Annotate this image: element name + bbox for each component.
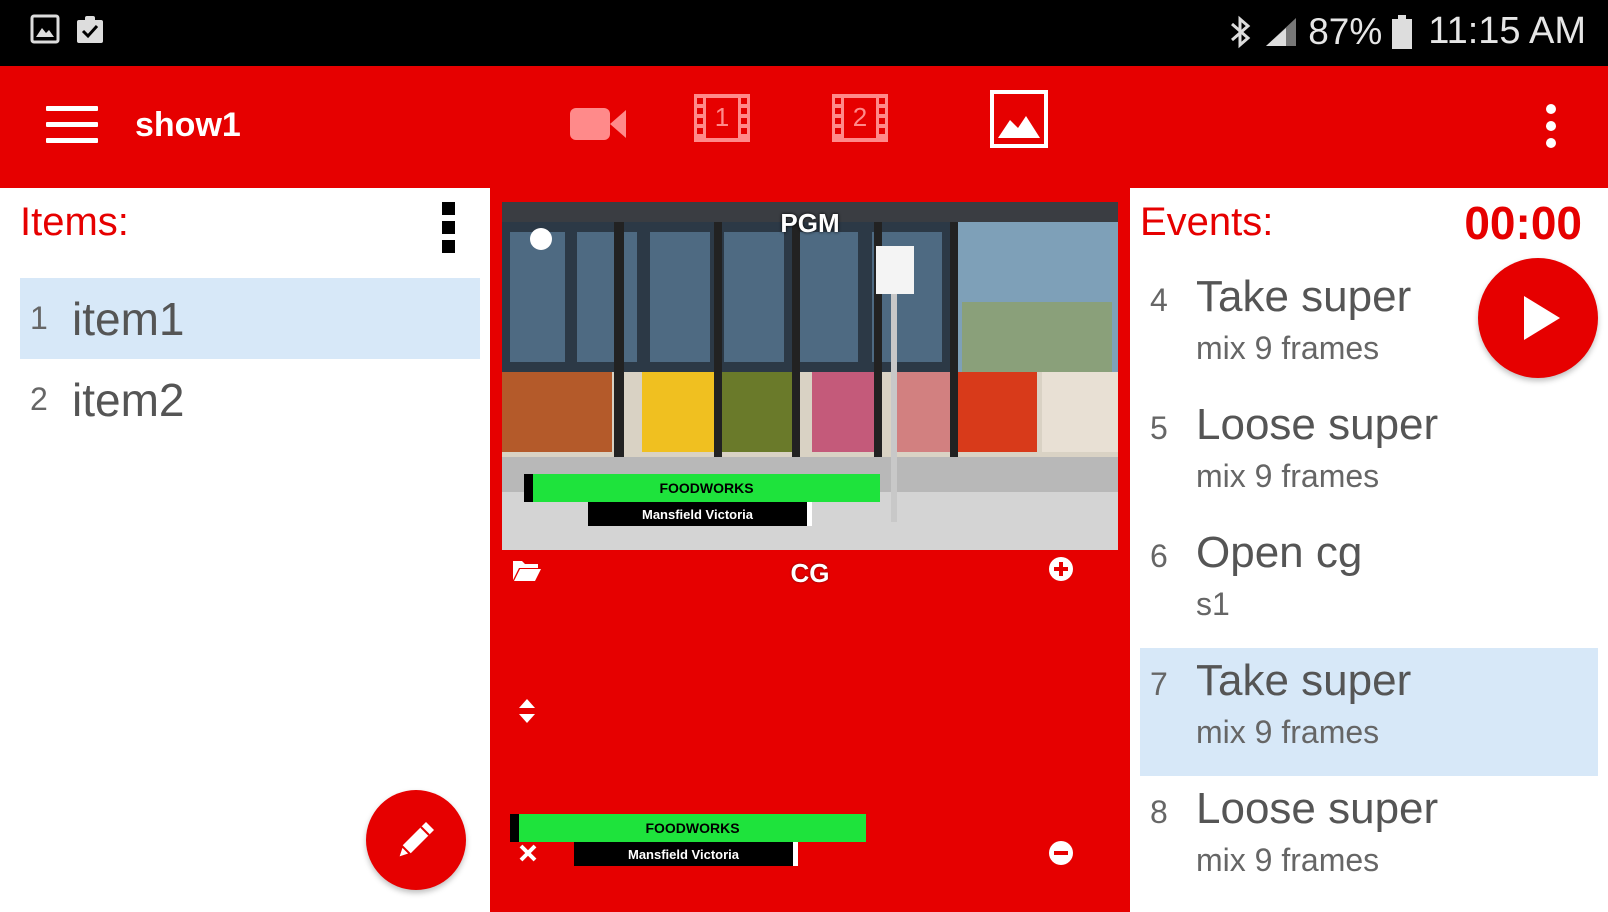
pgm-label: PGM <box>780 208 840 238</box>
pgm-preview[interactable]: PGM FOODWORKS Mansfield Victoria <box>502 202 1118 550</box>
remove-icon[interactable] <box>1048 840 1074 866</box>
event-item[interactable]: 5 Loose super mix 9 frames <box>1140 392 1598 520</box>
battery-percent: 87% <box>1308 10 1383 52</box>
event-subtitle: mix 9 frames <box>1196 330 1380 366</box>
cg-label: CG <box>790 558 830 588</box>
event-number: 7 <box>1150 666 1168 702</box>
folder-open-icon[interactable] <box>512 558 542 582</box>
overflow-menu-icon[interactable] <box>1546 104 1558 150</box>
add-icon[interactable] <box>1048 556 1074 582</box>
event-item[interactable]: 7 Take super mix 9 frames <box>1140 648 1598 776</box>
preview-panel: PGM FOODWORKS Mansfield Victoria CG FOOD… <box>490 188 1130 912</box>
event-title: Open cg <box>1196 528 1363 577</box>
play-button[interactable] <box>1478 258 1598 378</box>
menu-icon[interactable] <box>46 106 98 144</box>
event-subtitle: mix 9 frames <box>1196 714 1380 750</box>
event-title: Take super <box>1196 272 1412 321</box>
film-2-button[interactable]: 2 <box>832 94 888 147</box>
film-2-label: 2 <box>852 102 868 132</box>
item-label: item2 <box>72 373 185 426</box>
event-subtitle: mix 9 frames <box>1196 842 1380 878</box>
event-title: Loose super <box>1196 400 1439 449</box>
image-icon <box>30 14 60 44</box>
edit-button[interactable] <box>366 790 466 890</box>
item-number: 1 <box>30 300 48 336</box>
items-title: Items: <box>20 200 129 244</box>
event-item[interactable]: 6 Open cg s1 <box>1140 520 1598 648</box>
item-number: 2 <box>30 381 48 417</box>
lower-third: FOODWORKS Mansfield Victoria <box>524 474 880 526</box>
event-number: 6 <box>1150 538 1168 574</box>
pencil-icon <box>396 822 434 860</box>
bluetooth-icon <box>1231 15 1251 48</box>
film-1-button[interactable]: 1 <box>694 94 750 147</box>
lower-third-subtitle: Mansfield Victoria <box>574 842 798 866</box>
event-number: 8 <box>1150 794 1168 830</box>
cg-lower-third[interactable]: FOODWORKS Mansfield Victoria <box>510 814 866 866</box>
clipboard-check-icon <box>77 16 103 43</box>
app-bar: show1 1 2 <box>0 66 1608 188</box>
lower-third-title: FOODWORKS <box>510 814 866 842</box>
lower-third-title: FOODWORKS <box>524 474 880 502</box>
event-title: Loose super <box>1196 784 1439 833</box>
event-item[interactable]: 8 Loose super mix 9 frames <box>1140 776 1598 904</box>
battery-icon <box>1392 14 1413 49</box>
signal-icon <box>1266 17 1297 46</box>
close-icon[interactable] <box>518 843 538 863</box>
events-panel: Events: 00:00 4 Take super mix 9 frames … <box>1130 188 1608 912</box>
image-icon[interactable] <box>990 90 1048 148</box>
lower-third-subtitle: Mansfield Victoria <box>588 502 812 526</box>
app-title: show1 <box>135 106 241 144</box>
status-bar: 87% 11:15 AM <box>0 0 1608 66</box>
clock: 11:15 AM <box>1428 10 1586 52</box>
event-title: Take super <box>1196 656 1412 705</box>
item-label: item1 <box>72 292 185 345</box>
event-number: 4 <box>1150 282 1168 318</box>
video-camera-icon[interactable] <box>570 104 626 144</box>
reorder-icon[interactable] <box>518 698 536 724</box>
event-subtitle: mix 9 frames <box>1196 458 1380 494</box>
list-item[interactable]: 1 item1 <box>20 278 480 359</box>
items-panel: Items: 1 item1 2 item2 <box>10 188 492 912</box>
film-1-label: 1 <box>714 102 730 132</box>
event-subtitle: s1 <box>1196 586 1230 622</box>
list-item[interactable]: 2 item2 <box>20 359 480 440</box>
events-title: Events: <box>1140 200 1274 244</box>
event-number: 5 <box>1150 410 1168 446</box>
items-menu-icon[interactable] <box>442 202 456 254</box>
timer: 00:00 <box>1464 197 1582 249</box>
play-icon <box>1524 296 1560 340</box>
